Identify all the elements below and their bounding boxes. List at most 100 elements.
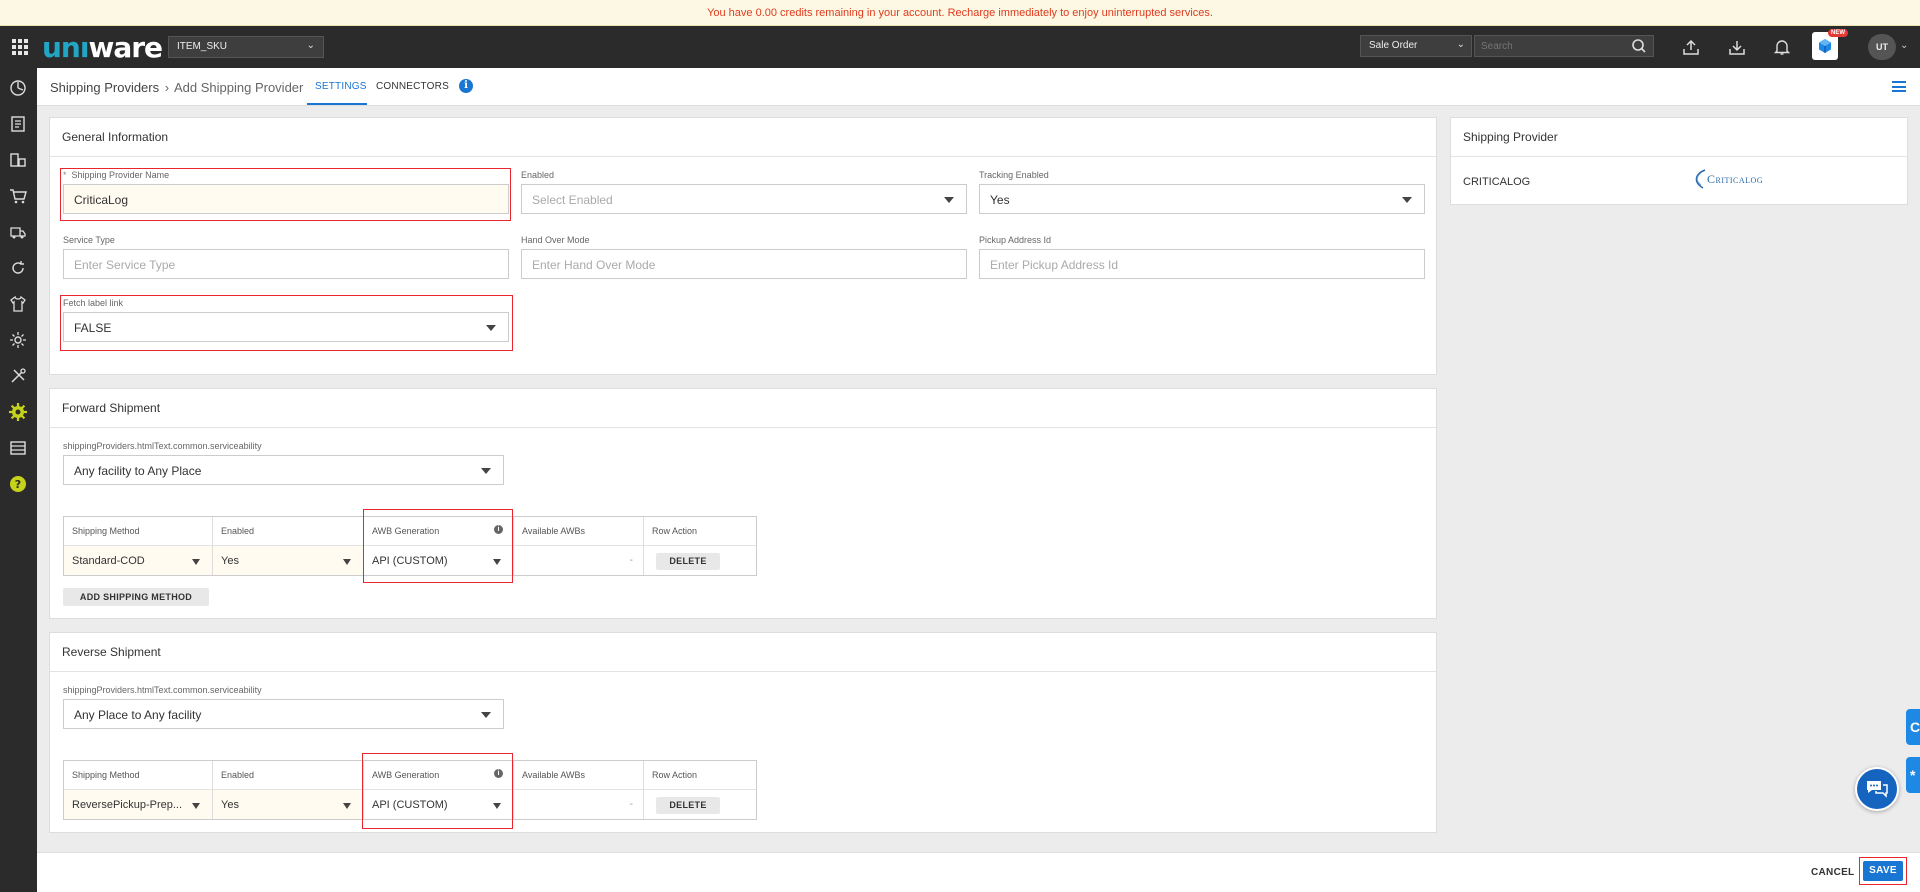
breadcrumb-current: Add Shipping Provider [174,80,304,95]
enabled-column: Enabled Yes [213,761,364,819]
search-icon[interactable] [1631,38,1647,57]
panel-title: Shipping Provider [1463,130,1558,144]
tracking-enabled-field: Tracking Enabled Yes [979,170,1425,214]
hamburger-menu-icon[interactable] [1892,81,1906,92]
enabled-placeholder: Select Enabled [532,193,613,207]
method-column: Shipping Method Standard-COD [64,517,213,575]
cart-icon[interactable] [6,184,30,208]
column-header: Row Action [652,526,698,536]
reverse-shipment-panel: Reverse Shipment shippingProviders.htmlT… [49,632,1437,833]
page-header: Shipping Providers › Add Shipping Provid… [37,68,1920,106]
provider-name-input[interactable]: CriticaLog [63,184,509,214]
products-icon[interactable] [6,292,30,316]
facility-select[interactable]: ITEM_SKU ⌄ [168,36,324,58]
tools-icon[interactable] [6,364,30,388]
provider-code: CRITICALOG [1463,176,1531,188]
enabled-select[interactable]: Yes [221,799,239,811]
chevron-down-icon[interactable]: ⌄ [1900,40,1908,51]
available-awbs-value: - [629,555,633,566]
global-search [1474,35,1654,57]
enabled-column: Enabled Yes [213,517,364,575]
tab-settings[interactable]: SETTINGS [315,81,367,92]
truck-icon[interactable] [6,220,30,244]
field-label: * Shipping Provider Name [63,170,509,180]
chevron-down-icon: ⌄ [306,40,315,51]
sidebar: ? [0,68,37,892]
reports-icon[interactable] [6,436,30,460]
logo-text-b: ware [88,31,163,64]
delete-button[interactable]: DELETE [656,553,720,570]
enabled-select[interactable]: Yes [221,555,239,567]
dashboard-icon[interactable] [6,76,30,100]
fetch-label-link-select[interactable]: FALSE [63,312,509,342]
inventory-icon[interactable] [6,148,30,172]
add-shipping-method-button[interactable]: ADD SHIPPING METHOD [63,588,209,606]
pickup-address-input[interactable]: Enter Pickup Address Id [979,249,1425,279]
download-icon[interactable] [1726,36,1748,58]
upload-icon[interactable] [1680,36,1702,58]
bell-icon[interactable] [1771,36,1793,58]
criticalog-logo: Criticalog [1691,168,1763,190]
caret-down-icon [343,803,351,809]
help-icon[interactable]: ? [6,472,30,496]
breadcrumb-root[interactable]: Shipping Providers [50,80,159,95]
info-icon[interactable]: i [459,79,473,93]
integrations-icon[interactable] [6,328,30,352]
chevron-down-icon: ⌄ [1456,39,1465,50]
reverse-serviceability-select[interactable]: Any Place to Any facility [63,699,504,729]
caret-down-icon [481,712,491,718]
unware-logo[interactable]: unıware [42,31,163,64]
delete-button[interactable]: DELETE [656,797,720,814]
tracking-enabled-value: Yes [990,193,1010,207]
side-widget-button[interactable]: C [1906,709,1920,745]
hand-over-mode-input[interactable]: Enter Hand Over Mode [521,249,967,279]
logo-text: Criticalog [1707,171,1764,186]
service-type-input[interactable]: Enter Service Type [63,249,509,279]
tracking-enabled-select[interactable]: Yes [979,184,1425,214]
general-information-panel: General Information * Shipping Provider … [49,117,1437,375]
panel-title: Reverse Shipment [62,645,161,659]
available-column: Available AWBs - [514,761,644,819]
returns-icon[interactable] [6,256,30,280]
save-button[interactable]: SAVE [1863,861,1903,881]
service-type-placeholder: Enter Service Type [74,258,176,272]
provider-name-label: Shipping Provider Name [71,170,170,180]
column-header: Enabled [221,770,255,780]
provider-name-value: CriticaLog [74,193,129,207]
provider-name-field: * Shipping Provider Name CriticaLog [63,170,509,214]
available-column: Available AWBs - [514,517,644,575]
apps-grid-icon[interactable] [12,39,28,55]
shipping-provider-panel: Shipping Provider CRITICALOG Criticalog [1450,117,1908,205]
order-type-value: Sale Order [1369,40,1418,51]
chat-icon[interactable] [1855,767,1899,811]
side-widget-button-2[interactable]: * [1906,757,1920,793]
logo-text-a: unı [42,31,89,64]
order-type-select[interactable]: Sale Order ⌄ [1360,35,1472,57]
method-select[interactable]: ReversePickup-Prep... [72,799,182,811]
divider [1451,156,1907,157]
facility-select-value: ITEM_SKU [177,41,228,52]
fetch-label-link-field: Fetch label link FALSE [63,298,509,342]
service-type-label: Service Type [63,235,115,245]
forward-shipment-panel: Forward Shipment shippingProviders.htmlT… [49,388,1437,619]
enabled-select[interactable]: Select Enabled [521,184,967,214]
column-header: Available AWBs [522,770,586,780]
search-input[interactable] [1481,41,1631,52]
orders-icon[interactable] [6,112,30,136]
enabled-field: Enabled Select Enabled [521,170,967,214]
settings-gear-icon[interactable] [6,400,30,424]
pickup-address-placeholder: Enter Pickup Address Id [990,258,1119,272]
column-header: Shipping Method [72,770,140,780]
forward-serviceability-field: shippingProviders.htmlText.common.servic… [63,441,504,485]
method-column: Shipping Method ReversePickup-Prep... [64,761,213,819]
column-header: Enabled [221,526,255,536]
active-tab-indicator [307,103,367,105]
action-column: Row Action DELETE [644,517,756,575]
footer-bar: CANCEL SAVE [37,852,1920,892]
tab-connectors[interactable]: CONNECTORS [376,81,449,92]
serviceability-value: Any Place to Any facility [74,708,202,722]
method-select[interactable]: Standard-COD [72,555,145,567]
user-avatar[interactable]: UT [1868,34,1896,60]
forward-serviceability-select[interactable]: Any facility to Any Place [63,455,504,485]
cancel-button[interactable]: CANCEL [1811,867,1854,878]
